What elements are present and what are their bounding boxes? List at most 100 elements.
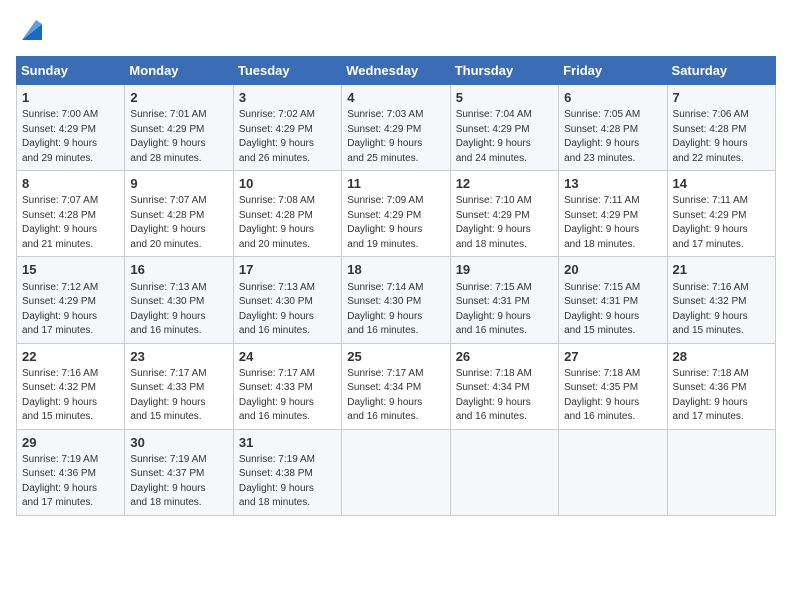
calendar-cell: 17 Sunrise: 7:13 AM Sunset: 4:30 PM Dayli…: [233, 257, 341, 343]
day-info: Sunrise: 7:08 AM Sunset: 4:28 PM Dayligh…: [239, 194, 336, 252]
day-number: 1: [22, 89, 119, 107]
day-info: Sunrise: 7:19 AM Sunset: 4:36 PM Dayligh…: [22, 453, 119, 511]
day-info: Sunrise: 7:05 AM Sunset: 4:28 PM Dayligh…: [564, 108, 661, 166]
day-info: Sunrise: 7:07 AM Sunset: 4:28 PM Dayligh…: [22, 194, 119, 252]
calendar-table: SundayMondayTuesdayWednesdayThursdayFrid…: [16, 56, 776, 516]
calendar-cell: 7Sunrise: 7:06 AM Sunset: 4:28 PM Daylig…: [667, 85, 775, 171]
day-info: Sunrise: 7:18 AM Sunset: 4:35 PM Dayligh…: [564, 367, 661, 425]
day-info: Sunrise: 7:15 AM Sunset: 4:31 PM Dayligh…: [456, 281, 553, 339]
day-info: Sunrise: 7:16 AM Sunset: 4:32 PM Dayligh…: [22, 367, 119, 425]
day-number: 13: [564, 175, 661, 193]
day-number: 5: [456, 89, 553, 107]
day-info: Sunrise: 7:03 AM Sunset: 4:29 PM Dayligh…: [347, 108, 444, 166]
calendar-cell: 11Sunrise: 7:09 AM Sunset: 4:29 PM Dayli…: [342, 171, 450, 257]
page-header: [16, 16, 776, 44]
calendar-cell: 27Sunrise: 7:18 AM Sunset: 4:35 PM Dayli…: [559, 343, 667, 429]
day-number: 26: [456, 348, 553, 366]
day-info: Sunrise: 7:13 AM Sunset: 4:30 PM Dayligh…: [239, 281, 336, 339]
day-info: Sunrise: 7:06 AM Sunset: 4:28 PM Dayligh…: [673, 108, 770, 166]
day-number: 3: [239, 89, 336, 107]
day-number: 29: [22, 434, 119, 452]
day-number: 23: [130, 348, 227, 366]
day-info: Sunrise: 7:02 AM Sunset: 4:29 PM Dayligh…: [239, 108, 336, 166]
calendar-cell: 14Sunrise: 7:11 AM Sunset: 4:29 PM Dayli…: [667, 171, 775, 257]
day-info: Sunrise: 7:10 AM Sunset: 4:29 PM Dayligh…: [456, 194, 553, 252]
day-info: Sunrise: 7:18 AM Sunset: 4:36 PM Dayligh…: [673, 367, 770, 425]
calendar-cell: 6Sunrise: 7:05 AM Sunset: 4:28 PM Daylig…: [559, 85, 667, 171]
day-number: 14: [673, 175, 770, 193]
day-info: Sunrise: 7:17 AM Sunset: 4:33 PM Dayligh…: [239, 367, 336, 425]
calendar-cell: 5Sunrise: 7:04 AM Sunset: 4:29 PM Daylig…: [450, 85, 558, 171]
calendar-cell: 1Sunrise: 7:00 AM Sunset: 4:29 PM Daylig…: [17, 85, 125, 171]
logo-icon: [18, 16, 46, 44]
day-number: 30: [130, 434, 227, 452]
day-header-friday: Friday: [559, 57, 667, 85]
day-number: 2: [130, 89, 227, 107]
day-number: 16: [130, 261, 227, 279]
day-info: Sunrise: 7:19 AM Sunset: 4:38 PM Dayligh…: [239, 453, 336, 511]
day-number: 12: [456, 175, 553, 193]
day-number: 7: [673, 89, 770, 107]
day-info: Sunrise: 7:13 AM Sunset: 4:30 PM Dayligh…: [130, 281, 227, 339]
calendar-cell: 16 Sunrise: 7:13 AM Sunset: 4:30 PM Dayli…: [125, 257, 233, 343]
day-number: 19: [456, 261, 553, 279]
calendar-cell: 20 Sunrise: 7:15 AM Sunset: 4:31 PM Dayli…: [559, 257, 667, 343]
logo: [16, 16, 46, 44]
calendar-cell: 28Sunrise: 7:18 AM Sunset: 4:36 PM Dayli…: [667, 343, 775, 429]
day-number: 18: [347, 261, 444, 279]
calendar-cell: 13Sunrise: 7:11 AM Sunset: 4:29 PM Dayli…: [559, 171, 667, 257]
calendar-cell: 12Sunrise: 7:10 AM Sunset: 4:29 PM Dayli…: [450, 171, 558, 257]
day-info: Sunrise: 7:01 AM Sunset: 4:29 PM Dayligh…: [130, 108, 227, 166]
day-header-saturday: Saturday: [667, 57, 775, 85]
day-header-tuesday: Tuesday: [233, 57, 341, 85]
calendar-cell: 30Sunrise: 7:19 AM Sunset: 4:37 PM Dayli…: [125, 429, 233, 515]
day-number: 20: [564, 261, 661, 279]
calendar-cell: 3Sunrise: 7:02 AM Sunset: 4:29 PM Daylig…: [233, 85, 341, 171]
calendar-cell: 25Sunrise: 7:17 AM Sunset: 4:34 PM Dayli…: [342, 343, 450, 429]
day-info: Sunrise: 7:11 AM Sunset: 4:29 PM Dayligh…: [673, 194, 770, 252]
day-info: Sunrise: 7:04 AM Sunset: 4:29 PM Dayligh…: [456, 108, 553, 166]
day-number: 10: [239, 175, 336, 193]
calendar-cell: 4Sunrise: 7:03 AM Sunset: 4:29 PM Daylig…: [342, 85, 450, 171]
calendar-cell: 24Sunrise: 7:17 AM Sunset: 4:33 PM Dayli…: [233, 343, 341, 429]
calendar-cell: [559, 429, 667, 515]
calendar-cell: 29Sunrise: 7:19 AM Sunset: 4:36 PM Dayli…: [17, 429, 125, 515]
day-info: Sunrise: 7:09 AM Sunset: 4:29 PM Dayligh…: [347, 194, 444, 252]
day-info: Sunrise: 7:15 AM Sunset: 4:31 PM Dayligh…: [564, 281, 661, 339]
day-number: 11: [347, 175, 444, 193]
day-header-wednesday: Wednesday: [342, 57, 450, 85]
calendar-cell: 26Sunrise: 7:18 AM Sunset: 4:34 PM Dayli…: [450, 343, 558, 429]
calendar-cell: 31Sunrise: 7:19 AM Sunset: 4:38 PM Dayli…: [233, 429, 341, 515]
day-info: Sunrise: 7:17 AM Sunset: 4:34 PM Dayligh…: [347, 367, 444, 425]
calendar-cell: [667, 429, 775, 515]
day-number: 6: [564, 89, 661, 107]
day-header-monday: Monday: [125, 57, 233, 85]
day-info: Sunrise: 7:19 AM Sunset: 4:37 PM Dayligh…: [130, 453, 227, 511]
day-info: Sunrise: 7:18 AM Sunset: 4:34 PM Dayligh…: [456, 367, 553, 425]
day-header-thursday: Thursday: [450, 57, 558, 85]
day-info: Sunrise: 7:07 AM Sunset: 4:28 PM Dayligh…: [130, 194, 227, 252]
day-number: 9: [130, 175, 227, 193]
day-number: 17: [239, 261, 336, 279]
calendar-cell: [342, 429, 450, 515]
calendar-header: SundayMondayTuesdayWednesdayThursdayFrid…: [17, 57, 776, 85]
calendar-cell: 10Sunrise: 7:08 AM Sunset: 4:28 PM Dayli…: [233, 171, 341, 257]
day-number: 25: [347, 348, 444, 366]
day-number: 4: [347, 89, 444, 107]
day-number: 8: [22, 175, 119, 193]
day-info: Sunrise: 7:17 AM Sunset: 4:33 PM Dayligh…: [130, 367, 227, 425]
day-number: 22: [22, 348, 119, 366]
day-info: Sunrise: 7:14 AM Sunset: 4:30 PM Dayligh…: [347, 281, 444, 339]
calendar-cell: 8Sunrise: 7:07 AM Sunset: 4:28 PM Daylig…: [17, 171, 125, 257]
calendar-cell: 9Sunrise: 7:07 AM Sunset: 4:28 PM Daylig…: [125, 171, 233, 257]
day-info: Sunrise: 7:11 AM Sunset: 4:29 PM Dayligh…: [564, 194, 661, 252]
day-header-sunday: Sunday: [17, 57, 125, 85]
day-number: 27: [564, 348, 661, 366]
calendar-cell: 18 Sunrise: 7:14 AM Sunset: 4:30 PM Dayli…: [342, 257, 450, 343]
day-number: 28: [673, 348, 770, 366]
day-info: Sunrise: 7:00 AM Sunset: 4:29 PM Dayligh…: [22, 108, 119, 166]
day-info: Sunrise: 7:12 AM Sunset: 4:29 PM Dayligh…: [22, 281, 119, 339]
calendar-cell: [450, 429, 558, 515]
day-number: 24: [239, 348, 336, 366]
calendar-cell: 2Sunrise: 7:01 AM Sunset: 4:29 PM Daylig…: [125, 85, 233, 171]
